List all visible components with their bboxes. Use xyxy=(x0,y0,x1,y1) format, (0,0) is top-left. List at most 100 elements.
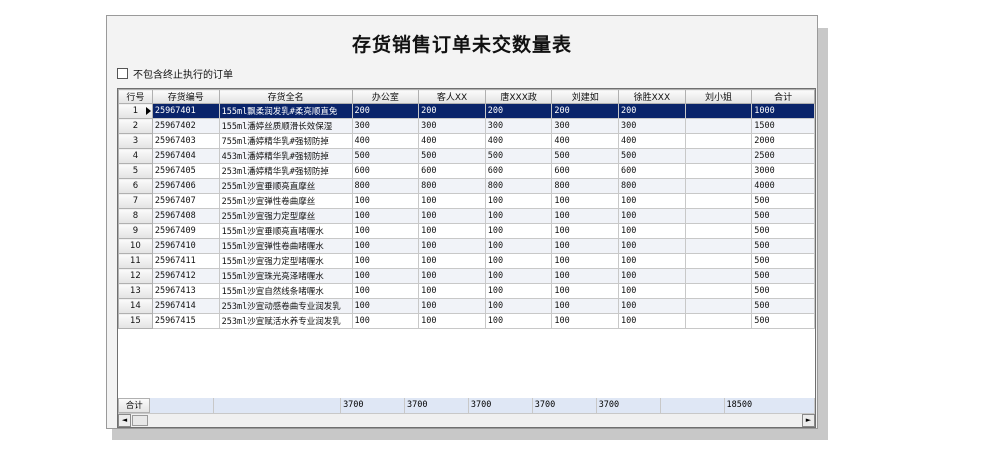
cell-code[interactable]: 25967408 xyxy=(151,208,220,224)
cell-liu-jianru[interactable]: 100 xyxy=(551,223,620,239)
cell-ms-liu[interactable] xyxy=(684,133,753,149)
cell-code[interactable]: 25967403 xyxy=(151,133,220,149)
cell-name[interactable]: 155ml沙宣强力定型啫喱水 xyxy=(218,253,353,269)
cell-xu-sheng[interactable]: 300 xyxy=(618,118,686,134)
cell-guest[interactable]: 600 xyxy=(418,163,486,179)
row-number[interactable]: 6 xyxy=(118,178,153,194)
cell-ms-liu[interactable] xyxy=(684,148,753,164)
cell-code[interactable]: 25967405 xyxy=(151,163,220,179)
cell-name[interactable]: 155ml沙宣自然线条啫喱水 xyxy=(218,283,353,299)
cell-guest[interactable]: 200 xyxy=(418,103,486,119)
cell-total[interactable]: 500 xyxy=(751,223,815,239)
cell-liu-jianru[interactable]: 400 xyxy=(551,133,620,149)
cell-liu-jianru[interactable]: 100 xyxy=(551,283,620,299)
cell-tang[interactable]: 100 xyxy=(484,208,553,224)
cell-name[interactable]: 255ml沙宣强力定型摩丝 xyxy=(218,208,353,224)
cell-name[interactable]: 155ml潘婷丝质顺滑长效保湿 xyxy=(218,118,353,134)
cell-total[interactable]: 1000 xyxy=(751,103,815,119)
cell-ms-liu[interactable] xyxy=(684,283,753,299)
cell-xu-sheng[interactable]: 100 xyxy=(618,193,686,209)
cell-name[interactable]: 155ml沙宣珠光亮泽啫喱水 xyxy=(218,268,353,284)
cell-liu-jianru[interactable]: 100 xyxy=(551,268,620,284)
table-row[interactable]: 8 25967408 255ml沙宣强力定型摩丝 100 100 100 100 100 500 xyxy=(118,208,815,224)
column-header-name[interactable]: 存货全名 xyxy=(218,89,353,104)
row-number[interactable]: 13 xyxy=(118,283,153,299)
cell-name[interactable]: 155ml飘柔润发乳#柔亮顺直免 xyxy=(218,103,353,119)
cell-liu-jianru[interactable]: 100 xyxy=(551,313,620,329)
cell-name[interactable]: 253ml潘婷精华乳#强韧防掉 xyxy=(218,163,353,179)
cell-code[interactable]: 25967412 xyxy=(151,268,220,284)
cell-ms-liu[interactable] xyxy=(684,118,753,134)
cell-tang[interactable]: 500 xyxy=(484,148,553,164)
cell-total[interactable]: 500 xyxy=(751,298,815,314)
cell-office[interactable]: 100 xyxy=(351,193,420,209)
scroll-left-button[interactable]: ◄ xyxy=(118,414,131,427)
row-number[interactable]: 12 xyxy=(118,268,153,284)
cell-code[interactable]: 25967411 xyxy=(151,253,220,269)
cell-ms-liu[interactable] xyxy=(684,253,753,269)
cell-liu-jianru[interactable]: 100 xyxy=(551,298,620,314)
cell-liu-jianru[interactable]: 100 xyxy=(551,238,620,254)
cell-ms-liu[interactable] xyxy=(684,313,753,329)
cell-name[interactable]: 755ml潘婷精华乳#强韧防掉 xyxy=(218,133,353,149)
cell-total[interactable]: 500 xyxy=(751,208,815,224)
cell-xu-sheng[interactable]: 500 xyxy=(618,148,686,164)
cell-tang[interactable]: 200 xyxy=(484,103,553,119)
row-number[interactable]: 7 xyxy=(118,193,153,209)
cell-office[interactable]: 100 xyxy=(351,253,420,269)
column-header-ms-liu[interactable]: 刘小姐 xyxy=(684,89,753,104)
cell-office[interactable]: 100 xyxy=(351,268,420,284)
row-number[interactable]: 11 xyxy=(118,253,153,269)
cell-guest[interactable]: 100 xyxy=(418,283,486,299)
cell-xu-sheng[interactable]: 100 xyxy=(618,223,686,239)
cell-xu-sheng[interactable]: 100 xyxy=(618,208,686,224)
cell-xu-sheng[interactable]: 100 xyxy=(618,253,686,269)
cell-tang[interactable]: 400 xyxy=(484,133,553,149)
cell-ms-liu[interactable] xyxy=(684,208,753,224)
table-row[interactable]: 9 25967409 155ml沙宣垂顺亮直啫喱水 100 100 100 100 100 50… xyxy=(118,223,815,239)
cell-office[interactable]: 100 xyxy=(351,208,420,224)
cell-total[interactable]: 500 xyxy=(751,253,815,269)
cell-liu-jianru[interactable]: 300 xyxy=(551,118,620,134)
cell-total[interactable]: 500 xyxy=(751,238,815,254)
cell-xu-sheng[interactable]: 100 xyxy=(618,238,686,254)
cell-ms-liu[interactable] xyxy=(684,298,753,314)
cell-tang[interactable]: 100 xyxy=(484,268,553,284)
cell-ms-liu[interactable] xyxy=(684,103,753,119)
table-row[interactable]: 14 25967414 253ml沙宣动感卷曲专业润发乳 100 100 100 100 10… xyxy=(118,298,815,314)
cell-code[interactable]: 25967402 xyxy=(151,118,220,134)
cell-total[interactable]: 1500 xyxy=(751,118,815,134)
cell-ms-liu[interactable] xyxy=(684,178,753,194)
cell-office[interactable]: 300 xyxy=(351,118,420,134)
cell-total[interactable]: 500 xyxy=(751,268,815,284)
cell-xu-sheng[interactable]: 100 xyxy=(618,283,686,299)
cell-name[interactable]: 155ml沙宣垂顺亮直啫喱水 xyxy=(218,223,353,239)
cell-code[interactable]: 25967414 xyxy=(151,298,220,314)
cell-office[interactable]: 200 xyxy=(351,103,420,119)
column-header-xu-sheng[interactable]: 徐胜XXX xyxy=(618,89,686,104)
column-header-total[interactable]: 合计 xyxy=(751,89,815,104)
cell-name[interactable]: 253ml沙宣动感卷曲专业润发乳 xyxy=(218,298,353,314)
cell-tang[interactable]: 600 xyxy=(484,163,553,179)
cell-guest[interactable]: 300 xyxy=(418,118,486,134)
row-number[interactable]: 2 xyxy=(118,118,153,134)
cell-total[interactable]: 500 xyxy=(751,313,815,329)
cell-office[interactable]: 500 xyxy=(351,148,420,164)
cell-tang[interactable]: 300 xyxy=(484,118,553,134)
cell-total[interactable]: 4000 xyxy=(751,178,815,194)
cell-office[interactable]: 100 xyxy=(351,223,420,239)
cell-xu-sheng[interactable]: 200 xyxy=(618,103,686,119)
column-header-tang[interactable]: 唐XXX政 xyxy=(484,89,553,104)
cell-tang[interactable]: 100 xyxy=(484,193,553,209)
cell-name[interactable]: 255ml沙宣垂顺亮直摩丝 xyxy=(218,178,353,194)
cell-xu-sheng[interactable]: 100 xyxy=(618,268,686,284)
cell-office[interactable]: 100 xyxy=(351,283,420,299)
row-number[interactable]: 10 xyxy=(118,238,153,254)
cell-ms-liu[interactable] xyxy=(684,193,753,209)
table-row[interactable]: 5 25967405 253ml潘婷精华乳#强韧防掉 600 600 600 600 600 3… xyxy=(118,163,815,179)
cell-liu-jianru[interactable]: 100 xyxy=(551,193,620,209)
cell-tang[interactable]: 100 xyxy=(484,283,553,299)
row-number[interactable]: 9 xyxy=(118,223,153,239)
cell-tang[interactable]: 100 xyxy=(484,298,553,314)
cell-xu-sheng[interactable]: 100 xyxy=(618,313,686,329)
